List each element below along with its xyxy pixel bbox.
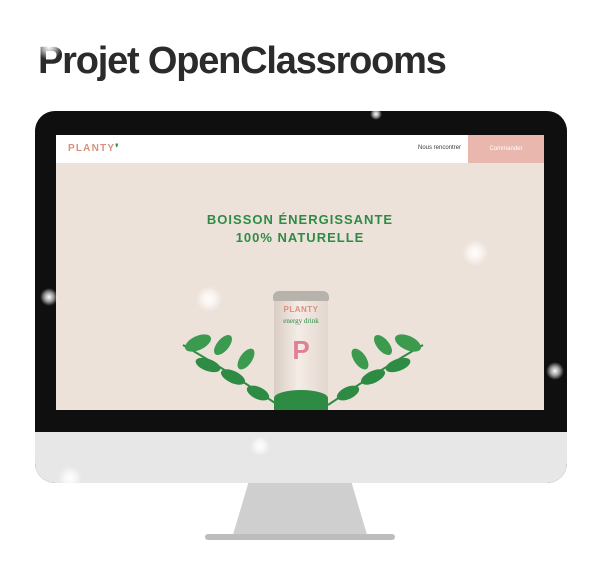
can-lid — [273, 291, 329, 301]
site-header: PLANTY❜ Nous rencontrer Commander — [56, 135, 544, 163]
commander-button[interactable]: Commander — [468, 135, 544, 163]
site-logo[interactable]: PLANTY❜ — [68, 143, 120, 154]
hero-title: BOISSON ÉNERGISSANTE 100% NATURELLE — [56, 211, 544, 247]
monitor-chin — [35, 432, 567, 483]
can-logo: PLANTY — [283, 305, 319, 314]
leaf-icon: ❜ — [115, 143, 120, 154]
energy-drink-can: PLANTY energy drink P — [273, 291, 329, 410]
left-leaves-illustration — [182, 334, 278, 406]
right-leaves-illustration — [328, 334, 424, 406]
website-screen: PLANTY❜ Nous rencontrer Commander BOISSO… — [56, 135, 544, 410]
can-subtitle: energy drink — [283, 317, 319, 325]
can-green-wave — [274, 390, 328, 410]
hero-title-line-1: BOISSON ÉNERGISSANTE — [206, 212, 394, 227]
page-headline: Projet OpenClassrooms — [38, 40, 447, 82]
hero-title-line-2: 100% NATURELLE — [235, 230, 365, 245]
monitor-stand-base — [205, 534, 395, 540]
can-letter-mark: P — [292, 335, 310, 365]
nav-link-nous-rencontrer[interactable]: Nous rencontrer — [418, 145, 461, 151]
monitor-stand-neck — [232, 483, 368, 538]
